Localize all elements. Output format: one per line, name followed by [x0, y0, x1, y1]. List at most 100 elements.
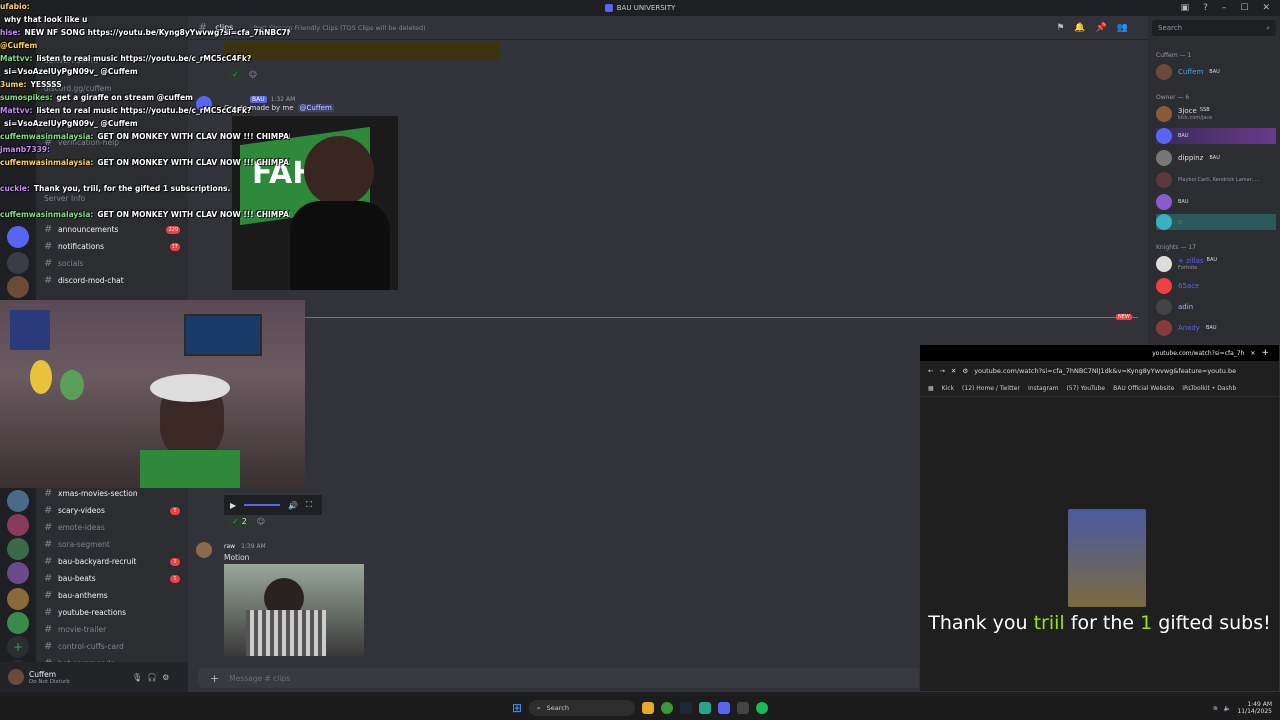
avatar [1156, 172, 1172, 188]
member-item[interactable]: + zillas BAU Fortnite [1156, 256, 1217, 272]
member-item[interactable]: BAU [1156, 194, 1189, 210]
shirt-shape [140, 450, 240, 488]
maximize-button[interactable]: ☐ [1240, 3, 1248, 13]
new-tab-icon[interactable]: + [1261, 348, 1269, 358]
url-text[interactable]: youtube.com/watch?si=cfa_7hNBC7NlJ1dk&v=… [974, 367, 1236, 375]
site-info-icon[interactable]: ⚙ [962, 367, 968, 375]
address-bar[interactable]: ← → ✕ ⚙ youtube.com/watch?si=cfa_7hNBC7N… [920, 361, 1279, 381]
volume-icon[interactable]: 🔈 [1224, 705, 1231, 712]
channel-bau-anthems[interactable]: # bau-anthems [44, 587, 108, 603]
member-item[interactable]: adin [1156, 299, 1193, 315]
channel-emote-ideas[interactable]: # emote-ideas [44, 519, 105, 535]
channel-socials[interactable]: # socials [44, 255, 83, 271]
file-explorer-icon[interactable] [642, 702, 655, 714]
search-input[interactable]: Search ⌕ [1152, 20, 1276, 36]
gear-icon[interactable]: ⚙ [162, 673, 169, 682]
channel-scary-videos[interactable]: # scary-videos [44, 502, 105, 518]
obs-icon[interactable] [737, 702, 750, 714]
header-tools[interactable]: ⚑🔔📌👥 [1056, 23, 1138, 33]
bookmark-kick[interactable]: Kick [942, 385, 954, 392]
unread-badge: 1 [170, 507, 180, 515]
channel-control-cuffs-card[interactable]: # control-cuffs-card [44, 638, 124, 654]
username[interactable]: raw [224, 543, 235, 550]
member-item[interactable]: BAU [1156, 128, 1276, 144]
play-icon[interactable]: ▶ [230, 501, 236, 510]
channel-notifications[interactable]: # notifications [44, 238, 104, 254]
channel-movie-trailer[interactable]: # movie-trailer [44, 621, 106, 637]
volume-icon[interactable]: 🔊 [288, 501, 298, 510]
server-icon[interactable] [7, 276, 29, 298]
chat-message: Mattvv: listen to real music https://yout… [0, 104, 290, 117]
stop-icon[interactable]: ✕ [951, 367, 956, 375]
member-item[interactable]: dippinz BAU [1156, 150, 1220, 166]
channel-bau-backyard-recruit[interactable]: # bau-backyard-recruit [44, 553, 136, 569]
bookmark-bau[interactable]: BAU Official Website [1113, 385, 1174, 392]
bookmark-irltoolkit[interactable]: IRLToolkit • Dashb [1182, 385, 1236, 392]
chat-message: Mattvv: listen to real music https://yout… [0, 52, 290, 65]
apps-icon[interactable]: ▦ [928, 385, 934, 392]
server-icon[interactable] [7, 490, 29, 512]
server-icon[interactable] [7, 538, 29, 560]
taskbar-search[interactable]: ⌕ Search [529, 700, 636, 716]
server-icon[interactable] [7, 514, 29, 536]
bookmark-twitter[interactable]: (12) Home / Twitter [962, 385, 1020, 392]
server-icon[interactable] [7, 588, 29, 610]
chat-message: jmanb7339: [0, 143, 290, 156]
chrome-icon[interactable] [661, 702, 674, 714]
close-tab-icon[interactable]: ✕ [1250, 350, 1255, 357]
plus-icon[interactable]: + [210, 672, 219, 685]
alert-image [1068, 509, 1146, 607]
spotify-icon[interactable] [756, 702, 769, 714]
chat-username: hise: [0, 28, 21, 37]
chat-username: Mattvv: [0, 54, 33, 63]
member-item[interactable]: 3joce SSB kick.com/jace [1156, 106, 1212, 122]
server-icon-active[interactable] [7, 226, 29, 248]
channel-youtube-reactions[interactable]: # youtube-reactions [44, 604, 126, 620]
mic-icon[interactable]: 🎙 [132, 673, 142, 682]
close-button[interactable]: ✕ [1262, 3, 1270, 13]
avatar [1156, 256, 1172, 272]
bookmark-instagram[interactable]: Instagram [1028, 385, 1059, 392]
app-icon[interactable] [699, 702, 712, 714]
server-icon[interactable] [7, 562, 29, 584]
add-reaction-icon[interactable]: ☺ [257, 517, 265, 526]
minimize-button[interactable]: – [1222, 3, 1227, 13]
channel-announcements[interactable]: # announcements [44, 221, 118, 237]
windows-start-icon[interactable]: ⊞ [512, 701, 522, 715]
search-icon: ⌕ [537, 703, 541, 712]
member-item[interactable]: Anxdy BAU [1156, 320, 1216, 336]
channel-bau-beats[interactable]: # bau-beats [44, 570, 96, 586]
server-icon[interactable] [7, 252, 29, 274]
fullscreen-icon[interactable]: ⛶ [306, 500, 312, 510]
forward-icon[interactable]: → [939, 367, 944, 375]
help-icon[interactable]: ? [1203, 3, 1208, 13]
message-image[interactable] [224, 564, 364, 656]
headset-icon[interactable]: 🎧 [147, 673, 157, 682]
channel-sora-segment[interactable]: # sora-segment [44, 536, 110, 552]
steam-icon[interactable] [680, 702, 693, 714]
member-item[interactable]: o [1156, 214, 1276, 230]
member-item[interactable]: 65ace [1156, 278, 1199, 294]
chat-message: si=VsoAzelUyPgN09v_ @Cuffem [0, 65, 290, 78]
server-icon[interactable] [7, 612, 29, 634]
bookmark-youtube[interactable]: (57) YouTube [1066, 385, 1105, 392]
volume-slider[interactable] [244, 504, 281, 506]
avatar[interactable] [8, 669, 24, 685]
discord-icon[interactable] [718, 702, 731, 714]
avatar[interactable] [196, 542, 212, 558]
video-controls[interactable]: ▶ 🔊 ⛶ [224, 495, 322, 515]
member-item[interactable]: Cuffem BAU [1156, 64, 1220, 80]
shirt-shape [290, 201, 390, 290]
add-server-icon[interactable]: + [7, 636, 29, 658]
browser-tab[interactable]: youtube.com/watch?si=cfa_7h [1152, 350, 1244, 357]
check-reaction[interactable]: ✓ 2 [228, 516, 251, 527]
member-item[interactable]: Playboi Carti, Kendrick Lamar, ... [1156, 172, 1260, 188]
clock-date[interactable]: 11/14/2025 [1237, 708, 1272, 715]
back-icon[interactable]: ← [928, 367, 933, 375]
inbox-icon[interactable]: ▣ [1181, 3, 1190, 13]
hash-icon: # [44, 623, 53, 635]
channel-discord-mod-chat[interactable]: # discord-mod-chat [44, 272, 124, 288]
wifi-icon[interactable]: ≋ [1213, 705, 1218, 712]
mention[interactable]: @Cuffem [297, 104, 334, 112]
clock-time[interactable]: 1:49 AM [1247, 701, 1272, 708]
